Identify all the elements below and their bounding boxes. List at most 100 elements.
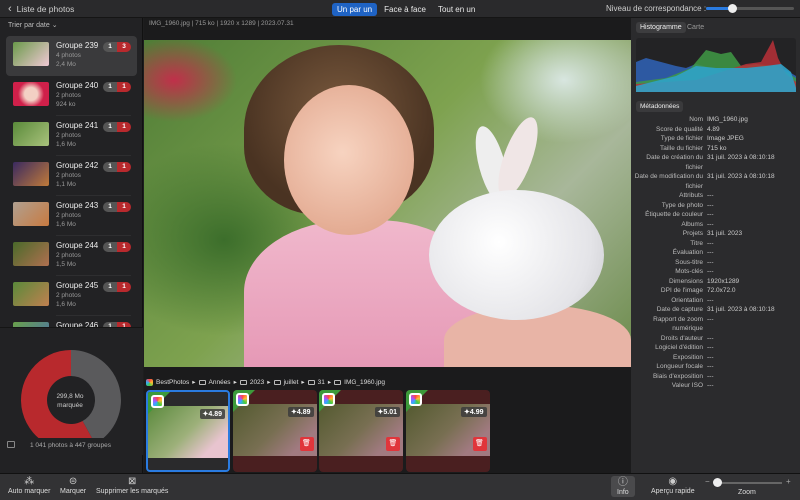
metadata-row: Évaluation--- [631, 248, 800, 258]
donut-label: marquée [45, 401, 95, 410]
group-item[interactable]: Groupe 2402 photos924 ko11 [6, 76, 137, 116]
zoom-slider[interactable] [714, 482, 782, 484]
trash-icon[interactable]: 🗑 [473, 437, 487, 451]
zoom-out-button[interactable]: − [705, 477, 710, 486]
metadata-row: Logiciel d'édition--- [631, 343, 800, 353]
view-mode-segmented: Un par un Face à face Tout en un [332, 3, 480, 16]
marked-donut-chart [0, 328, 143, 438]
zoom-in-button[interactable]: + [786, 477, 791, 486]
score-value: 4.89 [208, 411, 222, 418]
sort-dropdown[interactable]: Trier par date ⌄ [8, 21, 58, 29]
marked-count: 1 [117, 162, 131, 172]
metadata-label: Albums [631, 220, 707, 230]
metadata-row: Attributs--- [631, 191, 800, 201]
delete-marked-button[interactable]: ⊠Supprimer les marqués [96, 476, 168, 495]
trash-icon[interactable]: 🗑 [386, 437, 400, 451]
quick-look-button[interactable]: ◉Aperçu rapide [651, 476, 695, 495]
metadata-row: Projets31 juil. 2023 [631, 229, 800, 239]
bottom-toolbar: ⁂Auto marquer ⊜Marquer ⊠Supprimer les ma… [0, 473, 800, 500]
group-item[interactable]: Groupe 2442 photos1,5 Mo11 [6, 236, 137, 276]
photo-bunny [429, 190, 604, 320]
group-badge: 11 [103, 82, 131, 92]
metadata-label: Logiciel d'édition [631, 343, 707, 353]
group-thumbnail [13, 42, 49, 66]
group-item[interactable]: Groupe 2452 photos1,6 Mo11 [6, 276, 137, 316]
breadcrumb-item[interactable]: IMG_1960.jpg [344, 379, 385, 386]
breadcrumb-item[interactable]: 31 [318, 379, 325, 386]
group-size: 1,1 Mo [56, 181, 76, 188]
eye-icon: ◉ [651, 476, 695, 488]
group-photo-count: 2 photos [56, 252, 81, 259]
photo-face [284, 85, 414, 235]
back-button[interactable]: ‹Liste de photos [8, 3, 74, 15]
quick-look-label: Aperçu rapide [651, 488, 695, 495]
breadcrumb-separator-icon: ▸ [234, 378, 237, 386]
mark-button[interactable]: ⊜Marquer [60, 476, 86, 495]
metadata-label: Score de qualité [631, 125, 707, 135]
breadcrumb-item[interactable]: 2023 [250, 379, 264, 386]
metadata-label: Titre [631, 239, 707, 249]
metadata-row: Type de photo--- [631, 201, 800, 211]
breadcrumb: BestPhotos▸Années▸2023▸juillet▸31▸IMG_19… [146, 378, 385, 386]
slider-knob[interactable] [728, 4, 737, 13]
metadata-label: Date de modification du fichier [631, 172, 707, 191]
chevron-left-icon: ‹ [8, 3, 12, 15]
metadata-value: --- [707, 201, 800, 211]
keep-count: 1 [103, 202, 117, 212]
group-badge: 11 [103, 162, 131, 172]
group-thumbnail [13, 202, 49, 226]
marked-count: 1 [117, 282, 131, 292]
metadata-label: Rapport de zoom numérique [631, 315, 707, 334]
group-photo-count: 2 photos [56, 292, 81, 299]
group-photo-count: 4 photos [56, 52, 81, 59]
trash-icon[interactable]: 🗑 [300, 437, 314, 451]
marked-count: 1 [117, 242, 131, 252]
duplicate-thumbnail[interactable]: ✦4.89 🗑 [233, 390, 317, 472]
match-level-slider[interactable] [706, 7, 794, 10]
zoom-slider-knob[interactable] [713, 478, 722, 487]
quality-score: ✦4.89 [288, 407, 314, 417]
metadata-row: Score de qualité4.89 [631, 125, 800, 135]
group-item[interactable]: Groupe 2394 photos2,4 Mo13 [6, 36, 137, 76]
auto-mark-button[interactable]: ⁂Auto marquer [8, 476, 50, 495]
mode-face-to-face[interactable]: Face à face [379, 3, 431, 16]
info-label: Info [617, 489, 629, 496]
metadata-value: 1920x1289 [707, 277, 800, 287]
mode-all-in-one[interactable]: Tout en un [433, 3, 480, 16]
keep-count: 1 [103, 82, 117, 92]
group-item[interactable]: Groupe 2432 photos1,6 Mo11 [6, 196, 137, 236]
photos-app-icon [409, 393, 422, 406]
metadata-value: IMG_1960.jpg [707, 115, 800, 125]
duplicate-thumbnail[interactable]: ✦4.99🗑 [406, 390, 490, 472]
breadcrumb-item[interactable]: BestPhotos [156, 379, 189, 386]
metadata-label: Étiquette de couleur [631, 210, 707, 220]
metadata-button[interactable]: Métadonnées [636, 101, 683, 112]
metadata-row: Orientation--- [631, 296, 800, 306]
metadata-label: Sous-titre [631, 258, 707, 268]
metadata-row: Étiquette de couleur--- [631, 210, 800, 220]
breadcrumb-separator-icon: ▸ [301, 378, 304, 386]
duplicate-thumbnail[interactable]: ✦4.89 [146, 390, 230, 472]
group-item[interactable]: Groupe 2422 photos1,1 Mo11 [6, 156, 137, 196]
group-item[interactable]: Groupe 2412 photos1,6 Mo11 [6, 116, 137, 156]
mode-one-by-one[interactable]: Un par un [332, 3, 377, 16]
metadata-label: DPI de l'image [631, 286, 707, 296]
metadata-value: --- [707, 191, 800, 201]
breadcrumb-separator-icon: ▸ [267, 378, 270, 386]
info-button[interactable]: ⓘInfo [611, 476, 635, 497]
tab-histogram[interactable]: Histogramme [636, 22, 686, 33]
group-photo-count: 2 photos [56, 132, 81, 139]
group-badge: 11 [103, 282, 131, 292]
tab-map[interactable]: Carte [683, 22, 708, 33]
metadata-row: Biais d'exposition--- [631, 372, 800, 382]
duplicate-thumbnail[interactable]: ✦5.01 🗑 [319, 390, 403, 472]
quality-score: ✦5.01 [375, 407, 401, 417]
breadcrumb-item[interactable]: juillet [284, 379, 299, 386]
metadata-value: 715 ko [707, 144, 800, 154]
metadata-label: Date de création du fichier [631, 153, 707, 172]
match-level-label: Niveau de correspondance : [606, 4, 706, 13]
marked-count: 1 [117, 82, 131, 92]
breadcrumb-item[interactable]: Années [209, 379, 231, 386]
main-photo[interactable] [144, 40, 631, 367]
histogram-chart [636, 38, 796, 92]
